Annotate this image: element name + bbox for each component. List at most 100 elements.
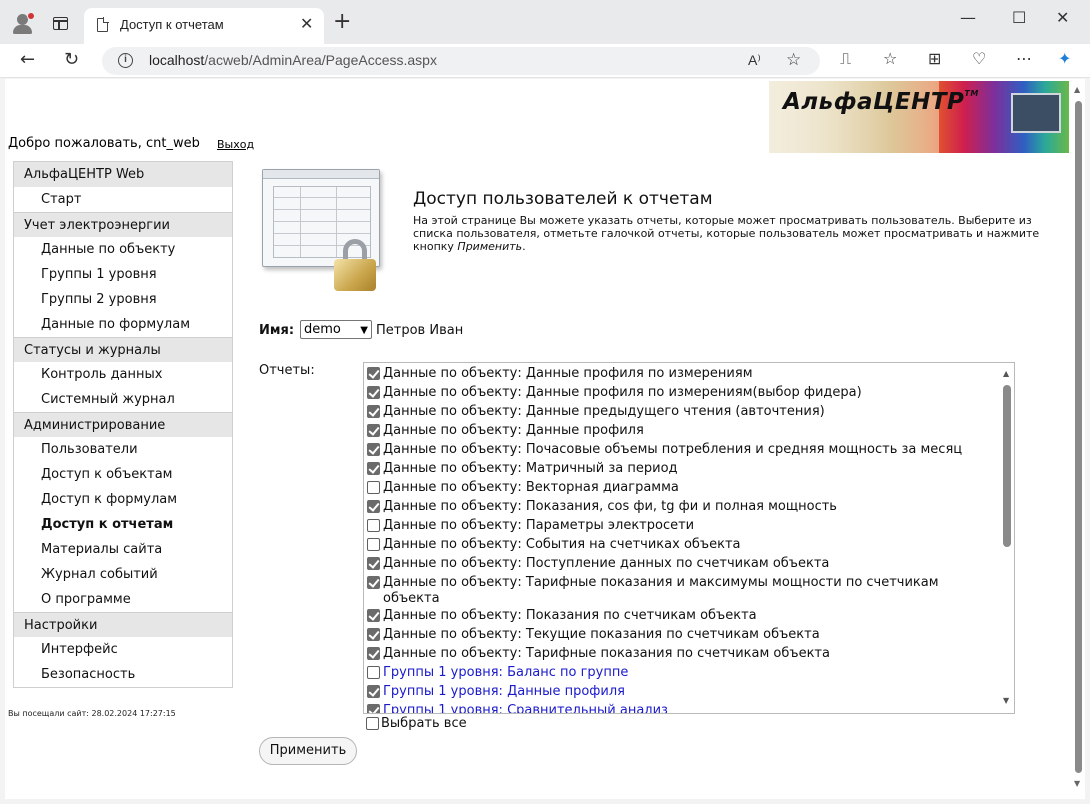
sidebar-item[interactable]: Доступ к объектам (14, 462, 232, 487)
collections-icon[interactable]: ⊞ (928, 49, 941, 68)
checkbox[interactable] (367, 704, 380, 713)
scroll-down-icon[interactable]: ▼ (1074, 779, 1080, 788)
sidebar-item[interactable]: Безопасность (14, 662, 232, 687)
checkbox[interactable] (367, 557, 380, 570)
sidebar-item[interactable]: Данные по формулам (14, 312, 232, 337)
sidebar-item[interactable]: Пользователи (14, 437, 232, 462)
browser-tab[interactable]: Доступ к отчетам ✕ (84, 8, 324, 44)
checkbox[interactable] (367, 386, 380, 399)
report-checkbox-row[interactable]: Данные по объекту: Данные профиля по изм… (364, 365, 1014, 384)
sidebar-item[interactable]: Журнал событий (14, 562, 232, 587)
scroll-down-icon[interactable]: ▼ (1003, 696, 1009, 705)
sidebar-item[interactable]: Группы 2 уровня (14, 287, 232, 312)
report-checkbox-row[interactable]: Данные по объекту: Показания, cos фи, tg… (364, 498, 1014, 517)
checkbox[interactable] (367, 367, 380, 380)
report-label: Данные по объекту: Показания по счетчика… (383, 608, 757, 623)
checkbox[interactable] (367, 500, 380, 513)
report-checkbox-row[interactable]: Данные по объекту: Параметры электросети (364, 517, 1014, 536)
scroll-thumb[interactable] (1003, 385, 1011, 547)
sidebar-item[interactable]: Интерфейс (14, 637, 232, 662)
checkbox[interactable] (367, 685, 380, 698)
report-checkbox-row[interactable]: Данные по объекту: Текущие показания по … (364, 626, 1014, 645)
report-checkbox-row[interactable]: Данные по объекту: Данные предыдущего чт… (364, 403, 1014, 422)
maximize-icon[interactable]: ☐ (1012, 8, 1026, 27)
report-checkbox-row[interactable]: Данные по объекту: Тарифные показания по… (364, 645, 1014, 664)
sidebar-item[interactable]: Доступ к формулам (14, 487, 232, 512)
settings-more-icon[interactable]: ⋯ (1016, 49, 1032, 68)
sidebar-item[interactable]: Доступ к отчетам (14, 512, 232, 537)
report-checkbox-row[interactable]: Данные по объекту: Тарифные показания и … (364, 574, 1014, 607)
monitor-image (1011, 93, 1061, 133)
checkbox[interactable] (367, 443, 380, 456)
chevron-down-icon: ▼ (360, 325, 368, 336)
url-field[interactable]: i localhost/acweb/AdminArea/PageAccess.a… (102, 47, 820, 75)
sidebar-section-header: Администрирование (14, 412, 232, 437)
checkbox[interactable] (366, 717, 379, 730)
checkbox[interactable] (367, 462, 380, 475)
user-fullname: Петров Иван (376, 323, 464, 338)
profile-icon[interactable] (12, 12, 35, 34)
report-checkbox-row[interactable]: Данные по объекту: Почасовые объемы потр… (364, 441, 1014, 460)
report-checkbox-row[interactable]: Данные по объекту: Поступление данных по… (364, 555, 1014, 574)
copilot-icon[interactable]: ✦ (1058, 49, 1071, 68)
favorites-icon[interactable]: ☆ (883, 49, 897, 68)
report-checkbox-row[interactable]: Данные по объекту: События на счетчиках … (364, 536, 1014, 555)
scroll-up-icon[interactable]: ▲ (1074, 85, 1080, 94)
checkbox[interactable] (367, 424, 380, 437)
checkbox[interactable] (367, 576, 380, 589)
sidebar-item[interactable]: Группы 1 уровня (14, 262, 232, 287)
sidebar-item[interactable]: Контроль данных (14, 362, 232, 387)
back-icon[interactable]: ← (20, 49, 35, 70)
checkbox[interactable] (367, 647, 380, 660)
sidebar-item[interactable]: Системный журнал (14, 387, 232, 412)
minimize-icon[interactable]: — (960, 8, 976, 27)
favorite-star-icon[interactable]: ☆ (786, 50, 801, 70)
report-checkbox-row[interactable]: Группы 1 уровня: Баланс по группе (364, 664, 1014, 683)
report-label: Группы 1 уровня: Баланс по группе (383, 665, 629, 680)
report-checkbox-row[interactable]: Данные по объекту: Данные профиля (364, 422, 1014, 441)
last-visit-text: Вы посещали сайт: 28.02.2024 17:27:15 (8, 709, 176, 718)
reports-list[interactable]: Данные по объекту: Данные профиля по изм… (363, 362, 1015, 714)
apply-button[interactable]: Применить (259, 737, 357, 765)
checkbox[interactable] (367, 666, 380, 679)
checkbox[interactable] (367, 519, 380, 532)
report-label: Данные по объекту: Матричный за период (383, 461, 678, 476)
close-tab-icon[interactable]: ✕ (300, 14, 313, 33)
report-label: Группы 1 уровня: Данные профиля (383, 684, 625, 699)
user-select[interactable]: demo ▼ (300, 320, 372, 339)
scroll-thumb[interactable] (1075, 101, 1082, 773)
close-window-icon[interactable]: ✕ (1056, 8, 1069, 27)
checkbox[interactable] (367, 628, 380, 641)
sidebar-item[interactable]: О программе (14, 587, 232, 612)
checkbox[interactable] (367, 405, 380, 418)
select-all-checkbox[interactable]: Выбрать все (363, 715, 467, 732)
report-label: Данные по объекту: Данные профиля по изм… (383, 385, 862, 400)
sidebar-item[interactable]: Данные по объекту (14, 237, 232, 262)
browser-essentials-icon[interactable]: ♡ (972, 49, 986, 68)
read-aloud-icon[interactable]: A⁾ (748, 52, 761, 69)
report-lock-illustration (262, 169, 380, 294)
scroll-up-icon[interactable]: ▲ (1003, 369, 1009, 378)
reports-scrollbar[interactable]: ▲ ▼ (1000, 363, 1014, 713)
checkbox[interactable] (367, 538, 380, 551)
report-checkbox-row[interactable]: Данные по объекту: Векторная диаграмма (364, 479, 1014, 498)
report-checkbox-row[interactable]: Группы 1 уровня: Сравнительный анализ (364, 702, 1014, 713)
split-screen-icon[interactable]: ⎍ (840, 49, 851, 69)
welcome-text: Добро пожаловать, cnt_web (8, 136, 200, 151)
report-checkbox-row[interactable]: Данные по объекту: Данные профиля по изм… (364, 384, 1014, 403)
report-checkbox-row[interactable]: Данные по объекту: Матричный за период (364, 460, 1014, 479)
checkbox[interactable] (367, 609, 380, 622)
report-checkbox-row[interactable]: Группы 1 уровня: Данные профиля (364, 683, 1014, 702)
page-description: На этой странице Вы можете указать отчет… (413, 214, 1040, 253)
sidebar-item[interactable]: Материалы сайта (14, 537, 232, 562)
page-scrollbar[interactable]: ▲ ▼ (1071, 79, 1085, 799)
sidebar-item[interactable]: Старт (14, 187, 232, 212)
site-info-icon[interactable]: i (118, 53, 133, 68)
name-label: Имя: (259, 323, 295, 338)
logout-link[interactable]: Выход (217, 138, 254, 151)
checkbox[interactable] (367, 481, 380, 494)
new-tab-icon[interactable]: + (333, 11, 351, 33)
tab-actions-icon[interactable] (53, 17, 68, 30)
refresh-icon[interactable]: ↻ (64, 49, 79, 70)
report-checkbox-row[interactable]: Данные по объекту: Показания по счетчика… (364, 607, 1014, 626)
